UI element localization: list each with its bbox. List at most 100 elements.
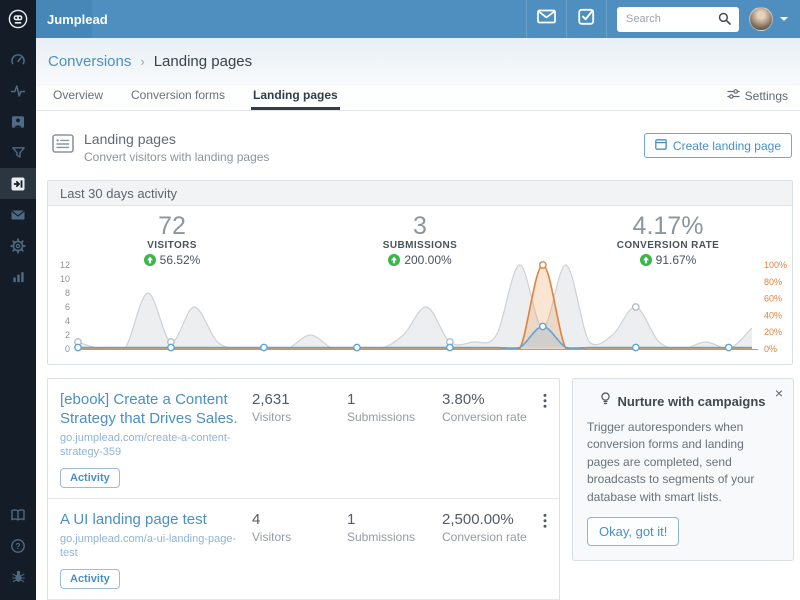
sidebar-item-automation[interactable]	[0, 137, 36, 168]
landing-page-link[interactable]: A UI landing page test	[60, 511, 242, 530]
close-icon[interactable]: ×	[775, 385, 783, 401]
tab-landing-pages[interactable]: Landing pages	[251, 82, 340, 110]
row-submissions-value: 1	[347, 511, 442, 528]
tasks-button[interactable]	[566, 0, 606, 38]
envelope-icon	[10, 207, 26, 223]
page-header-text: Landing pages Convert visitors with land…	[84, 131, 269, 164]
svg-text:6: 6	[65, 302, 70, 312]
svg-text:?: ?	[15, 541, 20, 551]
main-content: Landing pages Convert visitors with land…	[36, 111, 800, 600]
table-row: A UI landing page test go.jumplead.com/a…	[48, 498, 559, 599]
row-conversion-label: Conversion rate	[442, 530, 535, 544]
sidebar-spacer	[0, 292, 36, 499]
svg-text:10: 10	[60, 274, 70, 284]
row-visitors-label: Visitors	[252, 410, 347, 424]
row-menu-button[interactable]	[535, 391, 547, 488]
check-square-icon	[578, 8, 595, 30]
nurture-tip-card: × Nurture with campaigns Trigger autores…	[572, 378, 794, 561]
row-visitors-value: 2,631	[252, 391, 347, 408]
user-menu[interactable]	[749, 7, 800, 31]
svg-text:0%: 0%	[764, 344, 777, 354]
landing-page-url[interactable]: go.jumplead.com/create-a-content-strateg…	[60, 431, 242, 460]
activity-panel-title: Last 30 days activity	[48, 181, 792, 206]
conversion-rate-label: CONVERSION RATE	[544, 240, 792, 251]
svg-text:8: 8	[65, 288, 70, 298]
table-row: [ebook] Create a Content Strategy that D…	[48, 379, 559, 498]
gauge-icon	[10, 52, 26, 68]
create-landing-page-button[interactable]: Create landing page	[644, 133, 792, 158]
jumplead-logo-icon[interactable]	[0, 0, 36, 38]
submissions-value: 3	[296, 213, 544, 239]
row-conversion: 3.80% Conversion rate	[442, 391, 535, 488]
mail-icon	[537, 9, 556, 29]
stat-conversion-rate: 4.17% CONVERSION RATE 91.67%	[544, 213, 792, 267]
svg-text:0: 0	[65, 344, 70, 354]
search-area	[606, 0, 749, 38]
landing-page-link[interactable]: [ebook] Create a Content Strategy that D…	[60, 391, 242, 429]
svg-text:20%: 20%	[764, 327, 782, 337]
gear-icon	[10, 238, 26, 254]
tab-conversion-forms[interactable]: Conversion forms	[129, 82, 227, 110]
landing-page-url[interactable]: go.jumplead.com/a-ui-landing-page-test	[60, 532, 242, 561]
row-menu-button[interactable]	[535, 511, 547, 589]
row-conversion: 2,500.00% Conversion rate	[442, 511, 535, 589]
page-header: Landing pages Convert visitors with land…	[48, 131, 792, 164]
conversions-icon	[10, 176, 26, 192]
sidebar-nav	[0, 44, 36, 292]
okay-got-it-button[interactable]: Okay, got it!	[587, 517, 679, 546]
activity-button[interactable]: Activity	[60, 569, 120, 589]
row-main: A UI landing page test go.jumplead.com/a…	[60, 511, 252, 589]
sidebar-item-help[interactable]: ?	[0, 530, 36, 561]
sidebar-item-dashboard[interactable]	[0, 44, 36, 75]
sidebar-item-analytics[interactable]	[0, 261, 36, 292]
svg-text:12: 12	[60, 261, 70, 270]
svg-text:4: 4	[65, 316, 70, 326]
sidebar-item-contacts[interactable]	[0, 106, 36, 137]
contact-card-icon	[10, 114, 26, 130]
sidebar-item-bug-report[interactable]	[0, 561, 36, 592]
new-page-icon	[655, 139, 667, 153]
svg-text:40%: 40%	[764, 310, 782, 320]
messages-button[interactable]	[526, 0, 566, 38]
svg-text:80%: 80%	[764, 277, 782, 287]
brand-label[interactable]: Jumplead	[36, 0, 92, 38]
breadcrumb-separator: ›	[140, 54, 144, 69]
activity-button[interactable]: Activity	[60, 468, 120, 488]
landing-page-icon	[52, 134, 74, 158]
row-conversion-label: Conversion rate	[442, 410, 535, 424]
avatar	[749, 7, 773, 31]
submissions-label: SUBMISSIONS	[296, 240, 544, 251]
pulse-icon	[10, 83, 26, 99]
tip-title: Nurture with campaigns	[617, 394, 765, 409]
activity-panel: Last 30 days activity 72 VISITORS 56.52%…	[47, 180, 793, 365]
breadcrumb-conversions[interactable]: Conversions	[48, 53, 131, 70]
bug-icon	[11, 569, 26, 584]
svg-text:60%: 60%	[764, 294, 782, 304]
breadcrumb: Conversions › Landing pages	[36, 38, 800, 84]
lightbulb-icon	[600, 392, 611, 411]
create-landing-page-label: Create landing page	[673, 139, 781, 153]
page-title: Landing pages	[154, 53, 252, 70]
svg-text:100%: 100%	[764, 261, 787, 270]
tab-overview[interactable]: Overview	[51, 82, 105, 110]
sidebar-item-activity[interactable]	[0, 75, 36, 106]
help-icon: ?	[10, 538, 26, 554]
row-submissions-value: 1	[347, 391, 442, 408]
sidebar-item-conversions[interactable]	[0, 168, 36, 199]
sidebar-item-settings[interactable]	[0, 230, 36, 261]
row-visitors: 2,631 Visitors	[252, 391, 347, 488]
topbar-right	[526, 0, 800, 38]
visitors-value: 72	[48, 213, 296, 239]
search-icon[interactable]	[718, 12, 731, 30]
sidebar-item-email[interactable]	[0, 199, 36, 230]
row-visitors: 4 Visitors	[252, 511, 347, 589]
row-conversion-value: 2,500.00%	[442, 511, 535, 528]
settings-button[interactable]: Settings	[727, 88, 788, 103]
row-visitors-label: Visitors	[252, 530, 347, 544]
book-icon	[10, 507, 26, 523]
svg-text:2: 2	[65, 330, 70, 340]
stats-row: 72 VISITORS 56.52% 3 SUBMISSIONS 200.00%…	[48, 206, 792, 267]
row-submissions-label: Submissions	[347, 530, 442, 544]
sidebar-item-docs[interactable]	[0, 499, 36, 530]
conversion-rate-value: 4.17%	[544, 213, 792, 239]
